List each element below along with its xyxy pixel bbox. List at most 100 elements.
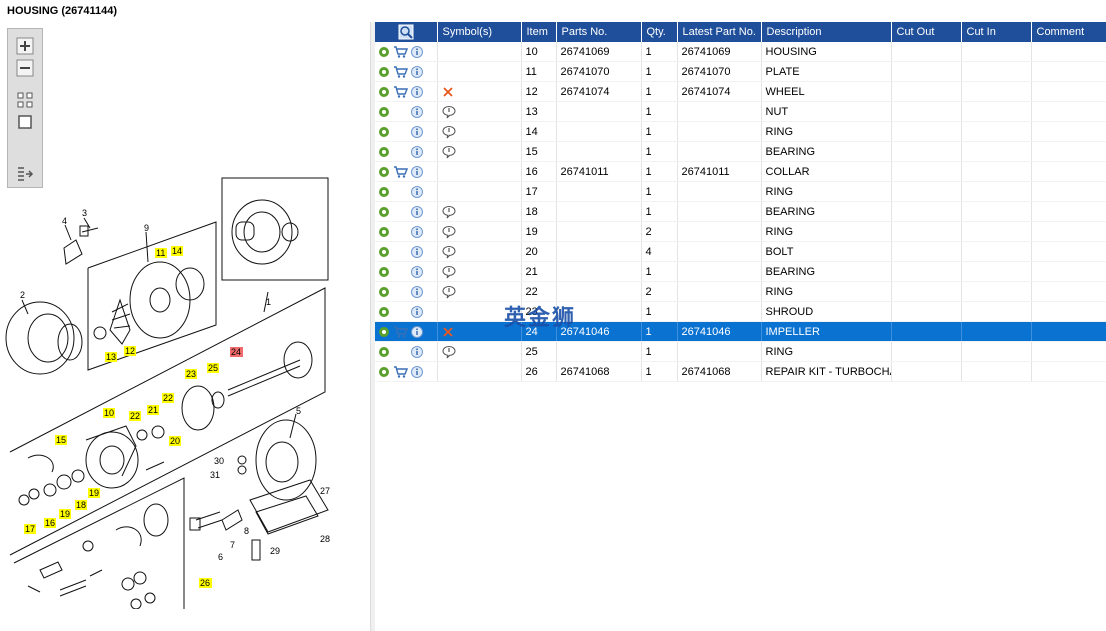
info-icon[interactable] bbox=[411, 365, 423, 378]
header-cut-in[interactable]: Cut In bbox=[961, 22, 1032, 42]
cart-icon[interactable] bbox=[393, 65, 408, 78]
info-icon[interactable] bbox=[411, 65, 423, 78]
row-symbol-cell bbox=[437, 61, 522, 82]
gear-icon[interactable] bbox=[378, 106, 390, 118]
note-bubble-icon[interactable] bbox=[442, 265, 456, 279]
gear-icon[interactable] bbox=[378, 46, 390, 58]
info-icon[interactable] bbox=[411, 85, 423, 98]
fit-window-icon[interactable] bbox=[16, 113, 34, 131]
row-description-cell: COLLAR bbox=[761, 161, 892, 182]
gear-icon[interactable] bbox=[378, 366, 390, 378]
note-bubble-icon[interactable] bbox=[442, 105, 456, 119]
table-row[interactable]: 18 1 BEARING bbox=[375, 201, 1106, 222]
row-cut-out-cell bbox=[891, 61, 962, 82]
gear-icon[interactable] bbox=[378, 146, 390, 158]
gear-icon[interactable] bbox=[378, 246, 390, 258]
gear-icon[interactable] bbox=[378, 126, 390, 138]
table-row[interactable]: 11 26741070 1 26741070 PLATE bbox=[375, 61, 1106, 82]
gear-icon[interactable] bbox=[378, 326, 390, 338]
header-cut-out[interactable]: Cut Out bbox=[891, 22, 962, 42]
table-row[interactable]: 17 1 RING bbox=[375, 181, 1106, 202]
header-latest-part-no[interactable]: Latest Part No. bbox=[677, 22, 762, 42]
header-comment[interactable]: Comment bbox=[1031, 22, 1106, 42]
row-item-cell: 10 bbox=[521, 42, 557, 62]
zoom-in-icon[interactable] bbox=[16, 37, 34, 55]
table-row[interactable]: 20 4 BOLT bbox=[375, 241, 1106, 262]
info-icon[interactable] bbox=[411, 265, 423, 278]
table-row[interactable]: 12 26741074 1 26741074 WHEEL bbox=[375, 81, 1106, 102]
note-bubble-icon[interactable] bbox=[442, 145, 456, 159]
info-icon[interactable] bbox=[411, 305, 423, 318]
gear-icon[interactable] bbox=[378, 206, 390, 218]
header-description[interactable]: Description bbox=[761, 22, 892, 42]
row-qty-cell: 4 bbox=[641, 241, 678, 262]
table-row[interactable]: 10 26741069 1 26741069 HOUSING bbox=[375, 42, 1106, 62]
diagram-pane[interactable]: 2 4 3 9 1 5 6 7 8 27 28 29 30 31 11 14 1… bbox=[0, 22, 370, 631]
callout-7: 7 bbox=[230, 540, 235, 550]
info-icon[interactable] bbox=[411, 145, 423, 158]
cart-icon[interactable] bbox=[393, 165, 408, 178]
header-qty[interactable]: Qty. bbox=[641, 22, 678, 42]
gear-icon[interactable] bbox=[378, 286, 390, 298]
gear-icon[interactable] bbox=[378, 66, 390, 78]
table-row[interactable]: 15 1 BEARING bbox=[375, 141, 1106, 162]
cart-icon[interactable] bbox=[393, 365, 408, 378]
info-icon[interactable] bbox=[411, 205, 423, 218]
table-row[interactable]: 19 2 RING bbox=[375, 221, 1106, 242]
row-actions-cell bbox=[375, 121, 438, 142]
gear-icon[interactable] bbox=[378, 186, 390, 198]
info-icon[interactable] bbox=[411, 185, 423, 198]
row-qty-cell: 1 bbox=[641, 81, 678, 102]
gear-icon[interactable] bbox=[378, 266, 390, 278]
callout-30: 30 bbox=[214, 456, 224, 466]
gear-icon[interactable] bbox=[378, 346, 390, 358]
info-icon[interactable] bbox=[411, 165, 423, 178]
table-row[interactable]: 26 26741068 1 26741068 REPAIR KIT - TURBOCHA… bbox=[375, 361, 1106, 382]
gear-icon[interactable] bbox=[378, 226, 390, 238]
info-icon[interactable] bbox=[411, 245, 423, 258]
cart-icon[interactable] bbox=[393, 325, 408, 338]
row-actions-cell bbox=[375, 101, 438, 122]
info-icon[interactable] bbox=[411, 225, 423, 238]
table-row[interactable]: 23 1 SHROUD bbox=[375, 301, 1106, 322]
header-parts-no[interactable]: Parts No. bbox=[556, 22, 642, 42]
info-icon[interactable] bbox=[411, 125, 423, 138]
table-row[interactable]: 14 1 RING bbox=[375, 121, 1106, 142]
row-comment-cell bbox=[1031, 361, 1106, 382]
header-symbols[interactable]: Symbol(s) bbox=[437, 22, 522, 42]
table-row[interactable]: 25 1 RING bbox=[375, 341, 1106, 362]
note-bubble-icon[interactable] bbox=[442, 225, 456, 239]
table-row[interactable]: 13 1 NUT bbox=[375, 101, 1106, 122]
note-bubble-icon[interactable] bbox=[442, 125, 456, 139]
table-row[interactable]: 21 1 BEARING bbox=[375, 261, 1106, 282]
note-bubble-icon[interactable] bbox=[442, 245, 456, 259]
header-item[interactable]: Item bbox=[521, 22, 557, 42]
zoom-out-icon[interactable] bbox=[16, 59, 34, 77]
magnifier-list-icon[interactable] bbox=[398, 24, 414, 40]
callout-11: 11 bbox=[156, 248, 165, 258]
table-row[interactable]: 22 2 RING bbox=[375, 281, 1106, 302]
info-icon[interactable] bbox=[411, 105, 423, 118]
header-actions[interactable] bbox=[375, 22, 438, 42]
info-icon[interactable] bbox=[411, 285, 423, 298]
gear-icon[interactable] bbox=[378, 166, 390, 178]
callout-20: 20 bbox=[170, 436, 180, 446]
cart-icon[interactable] bbox=[393, 85, 408, 98]
table-row[interactable]: 16 26741011 1 26741011 COLLAR bbox=[375, 161, 1106, 182]
note-bubble-icon[interactable] bbox=[442, 205, 456, 219]
note-bubble-icon[interactable] bbox=[442, 345, 456, 359]
info-icon[interactable] bbox=[411, 45, 423, 58]
note-bubble-icon[interactable] bbox=[442, 285, 456, 299]
info-icon[interactable] bbox=[411, 325, 423, 338]
row-description-cell: HOUSING bbox=[761, 42, 892, 62]
cart-icon[interactable] bbox=[393, 45, 408, 58]
table-row[interactable]: 24 26741046 1 26741046 IMPELLER bbox=[375, 321, 1106, 342]
info-icon[interactable] bbox=[411, 345, 423, 358]
row-latest-part-no-cell bbox=[677, 201, 762, 222]
fit-all-icon[interactable] bbox=[16, 91, 34, 109]
gear-icon[interactable] bbox=[378, 86, 390, 98]
table-header-row: Symbol(s) Item Parts No. Qty. Latest Par… bbox=[375, 22, 1106, 42]
gear-icon[interactable] bbox=[378, 306, 390, 318]
row-comment-cell bbox=[1031, 101, 1106, 122]
row-comment-cell bbox=[1031, 121, 1106, 142]
